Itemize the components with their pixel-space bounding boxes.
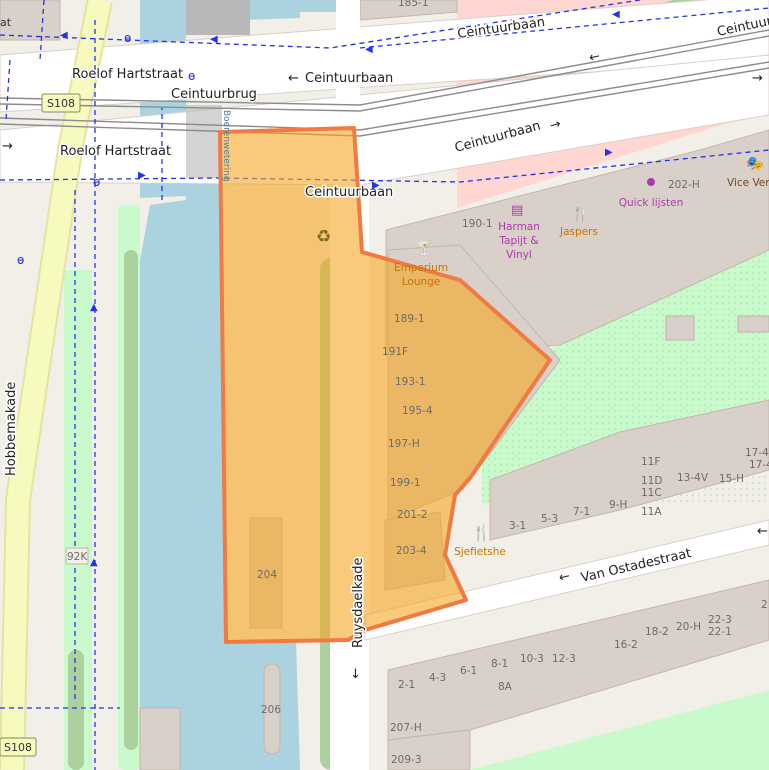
svg-text:ѳ: ѳ — [188, 69, 195, 83]
theatre-icon: 🎭 — [746, 156, 763, 172]
street-ruysdaelkade: Ruysdaelkade — [351, 557, 366, 648]
poi-sjefietshe-label: Sjefietshe — [454, 546, 506, 558]
svg-text:2: 2 — [761, 599, 768, 611]
svg-text:22-3: 22-3 — [708, 614, 732, 626]
water-boerenwetering: Boerenwetering — [221, 110, 231, 182]
poi-vice-versa-label: Vice Ver — [727, 177, 769, 189]
street-hobbemakade: Hobbemakade — [4, 382, 19, 476]
svg-text:15-H: 15-H — [719, 473, 744, 485]
svg-text:92K: 92K — [67, 551, 88, 563]
svg-text:22-1: 22-1 — [708, 626, 732, 638]
svg-text:209-3: 209-3 — [391, 754, 422, 766]
svg-text:189-1: 189-1 — [394, 313, 425, 325]
svg-text:↓: ↓ — [350, 667, 361, 682]
bar-icon: 🍸 — [415, 238, 434, 257]
poi-emperium-line1: Emperium — [394, 262, 448, 274]
svg-text:◀: ◀ — [365, 44, 373, 55]
street-fragment-top-left: at — [0, 16, 12, 29]
street-roelof-hartstraat-bottom: Roelof Hartstraat — [60, 144, 171, 159]
poi-harman-line1: Harman — [498, 221, 540, 233]
svg-text:202-H: 202-H — [668, 179, 700, 191]
svg-text:ѳ: ѳ — [17, 253, 24, 267]
recycling-icon[interactable]: ♻ — [316, 227, 331, 247]
street-roelof-hartstraat-top: Roelof Hartstraat — [72, 67, 183, 82]
svg-text:▶: ▶ — [372, 180, 380, 191]
poi-quick-lijsten-label: Quick lijsten — [619, 197, 683, 209]
svg-text:→: → — [2, 139, 13, 154]
svg-text:185-1: 185-1 — [398, 0, 429, 9]
svg-text:◀: ◀ — [60, 30, 68, 41]
svg-text:204: 204 — [257, 569, 277, 581]
svg-text:▶: ▶ — [138, 170, 146, 181]
svg-text:197-H: 197-H — [388, 438, 420, 450]
svg-text:10-3: 10-3 — [520, 653, 544, 665]
svg-text:12-3: 12-3 — [552, 653, 576, 665]
svg-text:11D: 11D — [641, 475, 662, 487]
svg-text:4-3: 4-3 — [429, 672, 446, 684]
svg-text:◀: ◀ — [612, 9, 620, 20]
restaurant-icon: 🍴 — [571, 205, 590, 223]
svg-text:11A: 11A — [641, 506, 662, 518]
road-shield-s108-top: S108 — [41, 93, 81, 113]
street-ceintuurbrug: Ceintuurbrug — [171, 87, 257, 102]
svg-text:17-4A: 17-4A — [745, 447, 769, 459]
svg-text:18-2: 18-2 — [645, 626, 669, 638]
svg-text:6-1: 6-1 — [460, 665, 477, 677]
svg-text:191F: 191F — [382, 346, 408, 358]
restaurant-icon: 🍴 — [472, 524, 491, 542]
svg-text:16-2: 16-2 — [614, 639, 638, 651]
svg-text:193-1: 193-1 — [395, 376, 426, 388]
svg-text:▶: ▶ — [605, 147, 613, 158]
svg-text:←: ← — [288, 71, 299, 86]
svg-text:ѳ: ѳ — [93, 175, 100, 189]
svg-text:8A: 8A — [498, 681, 513, 693]
svg-text:2-1: 2-1 — [398, 679, 415, 691]
svg-text:207-H: 207-H — [390, 722, 422, 734]
grass-strip-west-lane — [68, 650, 84, 770]
svg-text:3-1: 3-1 — [509, 520, 526, 532]
svg-text:203-4: 203-4 — [396, 545, 427, 557]
map-canvas[interactable]: S108 S108 Roelof Hartstraat Roelof Harts… — [0, 0, 769, 770]
svg-text:206: 206 — [261, 704, 281, 716]
svg-text:11C: 11C — [641, 487, 662, 499]
svg-text:190-1: 190-1 — [462, 218, 493, 230]
svg-text:11F: 11F — [641, 456, 660, 468]
svg-text:20-H: 20-H — [676, 621, 701, 633]
shop-dot-icon — [647, 178, 655, 186]
road-shield-s108-bottom: S108 — [0, 737, 37, 757]
road-shield-s108-top-label: S108 — [47, 97, 75, 110]
svg-text:ѳ: ѳ — [124, 31, 131, 45]
svg-text:5-3: 5-3 — [541, 513, 558, 525]
svg-text:▲: ▲ — [90, 302, 98, 313]
svg-text:13-4V: 13-4V — [677, 472, 709, 484]
shop-icon: ▤ — [511, 203, 523, 218]
street-ceintuurbaan-top: Ceintuurbaan — [305, 71, 393, 86]
svg-text:201-2: 201-2 — [397, 509, 428, 521]
svg-text:9-H: 9-H — [609, 499, 627, 511]
poi-harman-line2: Tapijt & — [498, 235, 538, 247]
house-number-92k: 92K — [65, 547, 89, 565]
svg-text:199-1: 199-1 — [390, 477, 421, 489]
street-ceintuurbaan-lower: Ceintuurbaan — [305, 185, 393, 200]
svg-text:8-1: 8-1 — [491, 658, 508, 670]
svg-text:▲: ▲ — [90, 557, 98, 568]
grass-strip-lane — [124, 250, 138, 750]
road-shield-s108-bottom-label: S108 — [4, 741, 32, 754]
svg-text:7-1: 7-1 — [573, 506, 590, 518]
svg-text:17-4: 17-4 — [749, 459, 769, 471]
svg-text:→: → — [752, 71, 763, 86]
poi-harman-line3: Vinyl — [506, 249, 532, 261]
svg-text:←: ← — [757, 524, 768, 539]
poi-emperium-line2: Lounge — [402, 276, 441, 288]
svg-text:◀: ◀ — [210, 34, 218, 45]
poi-jaspers-label: Jaspers — [559, 226, 598, 238]
svg-text:195-4: 195-4 — [402, 405, 433, 417]
